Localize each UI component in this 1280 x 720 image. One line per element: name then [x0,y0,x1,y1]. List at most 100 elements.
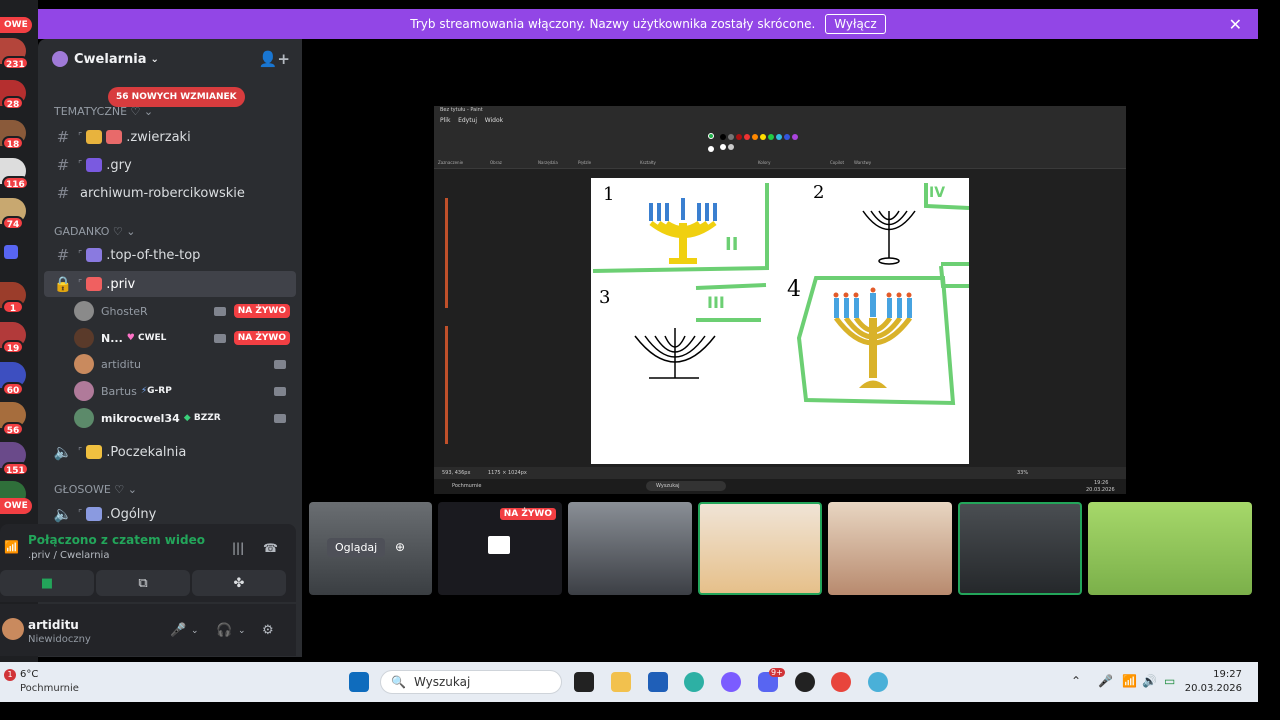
paint-canvas[interactable]: 1 2 3 4 II IV III [591,178,970,464]
canvas-number: 4 [787,277,801,302]
channel-archiwum[interactable]: # archiwum-robercikowskie [44,180,296,206]
windows-start-icon[interactable] [349,672,369,692]
headphones-icon[interactable]: 🎧 [216,623,232,638]
taskbar-search[interactable]: 🔍 Wyszukaj [380,670,562,694]
camera-button[interactable]: ■ [0,570,94,596]
video-camera-icon: ■ [40,575,54,591]
channel-gry[interactable]: # ⌜ .gry [44,152,296,178]
microphone-icon[interactable]: 🎤 [1098,674,1113,688]
remote-taskbar: Pochmurnie Wyszukaj 19:26 20.03.2026 [434,479,1126,494]
voice-user[interactable]: mikrocwel34 ◆ BZZR [74,406,296,430]
speaker-icon: 🔈 [53,505,73,523]
color-swatch [720,144,726,150]
video-tile[interactable] [568,502,692,595]
voice-user[interactable]: N... ♥ CWEL NA ŻYWO [74,326,296,350]
clock-date[interactable]: 20.03.2026 [1185,683,1242,694]
color-swatch [760,134,766,140]
voice-user[interactable]: Bartus ⚡G-RP [74,379,296,403]
category-tematyczne[interactable]: TEMATYCZNE ♡ ⌄ [54,105,153,118]
file-explorer-icon[interactable] [611,672,631,692]
video-tile[interactable] [828,502,952,595]
paint-brush-size-slider[interactable] [445,198,448,308]
obs-icon[interactable] [795,672,815,692]
weather-desc[interactable]: Pochmurnie [20,683,79,694]
stream-tile-preview[interactable]: Oglądaj ⊕ [309,502,432,595]
close-icon[interactable]: ✕ [1229,15,1242,34]
weather-temp[interactable]: 6°C [20,669,38,680]
bell-icon [86,445,103,459]
thread-mark-icon: ⌜ [78,250,83,260]
live-badge: NA ŻYWO [233,331,290,345]
avatar [74,408,94,428]
app-icon[interactable] [868,672,888,692]
signal-icon[interactable]: 📶 [4,540,19,554]
category-glosowe[interactable]: GŁOSOWE ♡ ⌄ [54,483,137,496]
color-swatch [728,144,734,150]
edge-icon[interactable] [684,672,704,692]
add-user-icon[interactable]: 👤+ [259,50,290,68]
video-tile[interactable] [1088,502,1252,595]
menu-plik: Plik [440,117,451,124]
server-tag[interactable]: OWE [0,498,32,514]
menu-edytuj: Edytuj [458,117,478,124]
chevron-down-icon[interactable]: ⌄ [238,626,246,636]
new-mentions-pill[interactable]: 56 NOWYCH WZMIANEK [108,87,245,107]
streamer-mode-banner: Tryb streamowania włączony. Nazwy użytko… [38,9,1258,39]
canvas-number: 1 [603,184,614,205]
disconnect-icon[interactable]: ☎ [263,541,278,555]
video-tile-speaking[interactable] [698,502,822,595]
server-header[interactable]: Cwelarnia ⌄ 👤+ [38,39,302,79]
user-tag-label: BZZR [193,413,221,423]
color-swatch [708,133,714,139]
server-tag[interactable]: OWE [0,17,32,33]
screen-share-button[interactable]: ⧉ [96,570,190,596]
channel-poczekalnia[interactable]: 🔈 ⌜ .Poczekalnia [44,439,296,465]
task-view-icon[interactable] [574,672,594,692]
folder-icon[interactable] [4,245,18,259]
channel-top-of-the-top[interactable]: # ⌜ .top-of-the-top [44,242,296,268]
menu-widok: Widok [484,117,504,124]
paint-status-bar: 593, 436px 1175 × 1024px 33% [434,467,1126,479]
paint-opacity-slider[interactable] [445,326,448,444]
chevron-down-icon[interactable]: ⌄ [191,626,199,636]
chevron-down-icon: ⌄ [150,53,159,65]
activities-button[interactable]: ✤ [192,570,286,596]
channel-priv[interactable]: 🔒 ⌜ .priv [44,271,296,297]
battery-icon[interactable]: ▭ [1164,674,1175,688]
animal-emoji-icon [106,130,123,144]
chevron-up-icon[interactable]: ⌃ [1071,674,1081,688]
channel-label: archiwum-robercikowskie [80,185,245,201]
wifi-icon[interactable]: 📶 [1122,674,1137,688]
clock-time[interactable]: 19:27 [1213,669,1242,680]
watch-stream-button[interactable]: Oglądaj [327,538,386,557]
ribbon-label: Obraz [490,160,502,165]
microphone-icon[interactable]: 🎤 [170,623,186,638]
stream-tile-live[interactable]: NA ŻYWO [438,502,562,595]
voice-user[interactable]: artiditu [74,352,296,376]
connection-status[interactable]: Połączono z czatem wideo [28,533,205,547]
color-swatch [744,134,750,140]
settings-gear-icon[interactable]: ⚙ [262,623,274,638]
store-icon[interactable] [648,672,668,692]
noise-suppression-icon[interactable]: ||| [232,541,244,555]
category-gadanko[interactable]: GADANKO ♡ ⌄ [54,225,135,238]
video-tile-speaking[interactable] [958,502,1082,595]
disable-streamer-mode-button[interactable]: Wyłącz [825,14,886,34]
volume-icon[interactable]: 🔊 [1142,674,1157,688]
shared-screen-paint[interactable]: Bez tytułu - Paint Plik Edytuj Widok Zaz… [434,106,1126,494]
gamepad-icon [86,158,103,172]
color-swatch [736,134,742,140]
server-badge: 231 [2,56,29,70]
voice-user[interactable]: GhosteR NA ŻYWO [74,299,296,323]
chrome-icon[interactable] [831,672,851,692]
app-icon[interactable] [721,672,741,692]
server-badge-icon [52,51,68,67]
menorah-2 [862,210,916,265]
ribbon-label: Kształty [640,160,656,165]
watch-together-icon[interactable]: ⊕ [395,540,405,554]
user-name[interactable]: artiditu [28,618,79,632]
avatar[interactable] [2,618,24,640]
thread-mark-icon: ⌜ [78,447,83,457]
connection-location[interactable]: .priv / Cwelarnia [28,550,109,561]
channel-zwierzaki[interactable]: # ⌜ .zwierzaki [44,124,296,150]
